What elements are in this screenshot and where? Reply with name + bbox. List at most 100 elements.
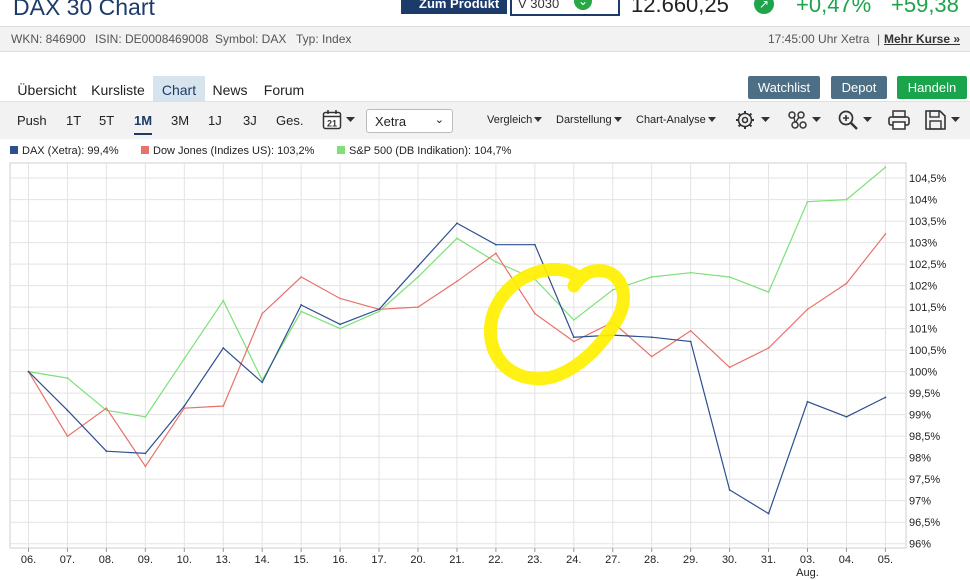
x-tick-label: 29. [683,554,698,566]
legend-item-sp500[interactable]: S&P 500 (DB Indikation): 104,7% [337,145,511,157]
data-point [417,265,419,268]
legend-swatch [141,146,149,154]
data-point [728,276,731,278]
x-tick-label: 31. [761,554,776,566]
calendar-icon[interactable]: 21 [322,109,358,136]
x-tick-label: 04. [839,554,854,566]
change-percent: +0,47% [796,0,872,17]
x-tick-label: 10. [177,554,192,566]
x-tick-label: 08. [99,554,114,566]
x-tick-label: 14. [255,554,270,566]
data-point [144,465,147,468]
data-point [495,243,497,246]
legend-item-dow-jones[interactable]: Dow Jones (Indizes US): 103,2% [141,145,314,157]
save-icon[interactable] [924,109,964,136]
print-icon[interactable] [887,109,911,136]
data-point [66,435,69,438]
range-1t[interactable]: 1T [66,113,81,128]
x-tick-sublabel: Aug. [796,567,819,579]
darstellung-dropdown[interactable]: Darstellung [556,114,622,126]
legend-swatch [10,146,18,154]
data-point [884,396,887,399]
data-point [261,381,264,384]
vergleich-dropdown[interactable]: Vergleich [487,114,543,126]
watchlist-button[interactable]: Watchlist [748,76,820,99]
range-ges[interactable]: Ges. [276,113,303,128]
price: 12.660,25 [631,0,729,17]
data-point [533,312,536,315]
y-tick-label: 101,5% [909,302,947,314]
time: 17:45:00 Uhr Xetra [768,32,870,46]
calendar-day: 21 [327,119,337,129]
legend-item-dax[interactable]: DAX (Xetra): 99,4% [10,145,119,157]
range-5t[interactable]: 5T [99,113,114,128]
indicators-icon[interactable] [786,109,824,136]
x-tick-label: 13. [216,554,231,566]
data-point [222,299,225,302]
y-tick-label: 100,5% [909,345,947,357]
data-point [222,347,225,349]
tab-uebersicht[interactable]: Übersicht [16,76,78,101]
data-point [845,415,848,418]
data-point [144,415,147,418]
data-point [456,237,458,240]
data-point [611,288,614,291]
x-tick-label: 16. [332,554,347,566]
data-point [66,377,69,379]
zum-produkt-button[interactable]: Zum Produkt [401,0,507,14]
data-point [806,400,809,403]
range-1j[interactable]: 1J [208,113,222,128]
data-point [339,297,341,300]
x-tick-label: 23. [527,554,542,566]
data-point [105,450,108,453]
wkn: WKN: 846900 [11,32,86,46]
isin: ISIN: DE0008469008 [95,32,209,46]
mehr-kurse-link[interactable]: Mehr Kurse » [884,32,960,46]
push-button[interactable]: Push [17,113,47,128]
data-point [339,323,341,326]
data-point [183,357,186,360]
chevron-down-icon: ⌄ [434,114,444,126]
arrow-up-circle-icon: ↗ [754,0,774,14]
chart-analyse-label: Chart-Analyse [636,114,706,126]
chart-analyse-dropdown[interactable]: Chart-Analyse [636,114,716,126]
x-tick-label: 24. [566,554,581,566]
zoom-icon[interactable] [837,109,875,136]
product-select[interactable]: V 3030 ⌄ [510,0,620,16]
data-point [650,355,653,358]
data-point [495,252,497,255]
data-point [767,347,770,349]
tab-kursliste[interactable]: Kursliste [88,76,148,101]
change-absolute: +59,38 [891,0,959,17]
tab-chart[interactable]: Chart [153,76,205,101]
handeln-button[interactable]: Handeln [897,76,967,99]
y-tick-label: 101% [909,324,937,336]
data-point [339,327,341,330]
range-3m[interactable]: 3M [171,113,189,128]
x-tick-label: 06. [21,554,36,566]
exchange-select[interactable]: Xetra ⌄ [366,109,453,133]
y-tick-label: 104,5% [909,173,947,185]
data-point [27,370,30,373]
y-tick-label: 102,5% [909,259,947,271]
data-point [261,312,264,315]
data-point [533,243,536,246]
tab-forum[interactable]: Forum [262,76,306,101]
data-point [378,310,380,313]
settings-icon[interactable] [734,109,772,136]
data-point [806,200,809,203]
chart-plot[interactable]: 96% 96,5% 97% 97,5% 98% 98,5% 99% 99,5% 100% 100,… [0,160,970,580]
y-tick-label: 96,5% [909,517,940,529]
symbol: Symbol: DAX [215,32,287,46]
page-title: DAX 30 Chart [13,0,155,20]
range-1m[interactable]: 1M [134,113,153,135]
data-point [650,336,653,339]
depot-button[interactable]: Depot [831,76,887,99]
chart-toolbar: Push 1T 5T 1M 3M 1J 3J Ges. 21 Xetra ⌄ V… [0,101,970,139]
tab-news[interactable]: News [211,76,249,101]
data-point [222,405,225,407]
x-tick-label: 30. [722,554,737,566]
chevron-down-icon: ⌄ [574,0,592,10]
typ: Typ: Index [296,32,352,46]
range-3j[interactable]: 3J [243,113,257,128]
